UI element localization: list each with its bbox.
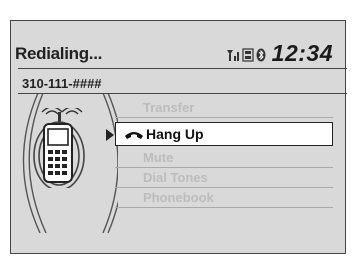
- clock: 12:34: [271, 40, 333, 66]
- title-divider: [18, 68, 347, 69]
- menu-item-dial-tones[interactable]: Dial Tones: [115, 168, 333, 188]
- menu-item-label: Dial Tones: [143, 170, 208, 185]
- call-status-title: Redialing...: [15, 44, 103, 63]
- roam-icon: [242, 48, 254, 62]
- menu-item-phonebook[interactable]: Phonebook: [115, 188, 333, 208]
- status-icons: [226, 48, 266, 62]
- call-options-menu: Transfer Hang Up Mute Dial Tones Phonebo…: [106, 98, 333, 208]
- menu-item-transfer[interactable]: Transfer: [115, 98, 333, 118]
- menu-item-label: Transfer: [143, 100, 195, 115]
- menu-item-mute[interactable]: Mute: [115, 148, 333, 168]
- number-divider: [18, 93, 347, 94]
- bluetooth-icon: [256, 48, 266, 62]
- menu-item-hang-up[interactable]: Hang Up: [106, 122, 333, 146]
- signal-icon: [227, 50, 239, 61]
- dialed-number: 310-111-####: [22, 76, 102, 91]
- menu-item-label: Phonebook: [143, 190, 214, 205]
- menu-item-label: Hang Up: [146, 126, 204, 142]
- handset-icon: [125, 132, 143, 140]
- selection-arrow-icon: [106, 129, 114, 141]
- mobile-phone-icon: [33, 108, 85, 188]
- menu-item-label: Mute: [143, 150, 174, 165]
